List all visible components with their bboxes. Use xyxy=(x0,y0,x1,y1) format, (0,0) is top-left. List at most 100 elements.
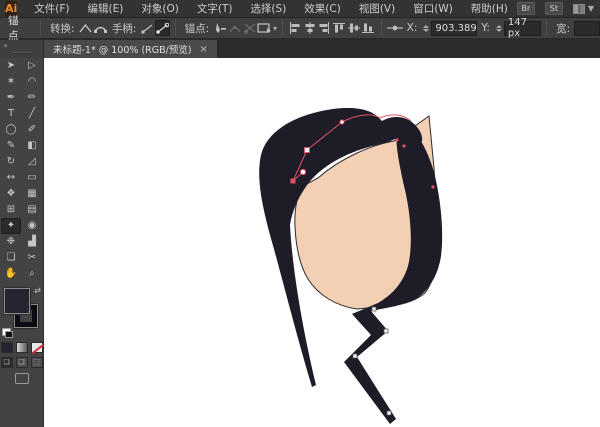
pen-tool[interactable]: ✒ xyxy=(1,90,21,106)
mesh-tool[interactable]: ⊞ xyxy=(1,202,21,218)
gradient-tool[interactable]: ▤ xyxy=(22,202,42,218)
align-left-icon[interactable] xyxy=(288,20,303,36)
pencil-tool[interactable]: ✎ xyxy=(1,138,21,154)
line-segment-tool[interactable]: ╱ xyxy=(22,106,42,122)
anchor-point[interactable] xyxy=(431,185,435,189)
align-bottom-icon[interactable] xyxy=(361,20,376,36)
chevron-down-icon[interactable]: ▾ xyxy=(273,24,277,33)
default-fill-stroke-icon[interactable] xyxy=(2,328,13,338)
free-transform-tool[interactable]: ▭ xyxy=(22,170,42,186)
convert-to-smooth-icon[interactable] xyxy=(93,20,108,36)
bridge-icon[interactable]: Br xyxy=(516,2,535,15)
menu-object[interactable]: 对象(O) xyxy=(132,0,187,18)
screen-mode-button[interactable] xyxy=(14,373,29,384)
anchors-label: 锚点: xyxy=(184,22,210,35)
close-icon[interactable]: × xyxy=(200,44,208,55)
workspace-switcher[interactable]: ▼ xyxy=(572,3,594,14)
isolate-object-icon[interactable] xyxy=(257,20,273,36)
y-stepper[interactable] xyxy=(495,24,502,32)
control-bar: 锚点 转换: 手柄: 锚点: ▾ X: 903.389 Y: 147 px 宽: xyxy=(0,15,600,42)
anchor-point-selected[interactable] xyxy=(290,178,296,184)
anchor-point[interactable] xyxy=(304,147,310,153)
show-handles-icon[interactable] xyxy=(154,20,170,36)
symbol-sprayer-tool[interactable]: ❉ xyxy=(1,234,21,250)
anchor-point[interactable] xyxy=(352,353,358,359)
rotate-tool[interactable]: ↻ xyxy=(1,154,21,170)
lasso-tool[interactable]: ◠ xyxy=(22,74,42,90)
artboard-tool[interactable]: ❏ xyxy=(1,250,21,266)
x-label: X: xyxy=(406,22,418,34)
gradient-button[interactable] xyxy=(15,342,28,353)
anchor-point-tool[interactable]: ✏ xyxy=(22,90,42,106)
column-graph-tool[interactable]: ▟ xyxy=(22,234,42,250)
menu-select[interactable]: 选择(S) xyxy=(241,0,295,18)
fill-stroke-swatches: ⇄ xyxy=(0,286,44,338)
align-right-icon[interactable] xyxy=(317,20,332,36)
shape-builder-tool[interactable]: ❖ xyxy=(1,186,21,202)
anchor-point[interactable] xyxy=(402,144,406,148)
draw-inside-button[interactable]: ⬚ xyxy=(30,357,43,368)
separator xyxy=(40,20,42,36)
direct-selection-tool[interactable]: ▷ xyxy=(22,58,42,74)
align-top-icon[interactable] xyxy=(332,20,347,36)
color-mode-buttons xyxy=(0,342,43,353)
menu-effect[interactable]: 效果(C) xyxy=(295,0,350,18)
color-button[interactable] xyxy=(0,342,13,353)
remove-anchor-icon[interactable] xyxy=(213,20,228,36)
width-tool[interactable]: ↔ xyxy=(1,170,21,186)
none-button[interactable] xyxy=(30,342,43,353)
document-tab[interactable]: 未标题-1* @ 100% (RGB/预览) × xyxy=(44,40,218,58)
panel-grip[interactable] xyxy=(12,52,32,54)
fill-swatch[interactable] xyxy=(4,288,30,314)
panel-collapse-icon[interactable]: » xyxy=(3,41,8,50)
tools-panel: ➤ ▷ ✶ ◠ ✒ ✏ T ╱ ◯ ✐ ✎ ◧ ↻ ◿ ↔ ▭ ❖ ▦ ⊞ ▤ ✦ ◉ ❉ ▟ ❏ ✂ ✋… xyxy=(0,58,44,427)
y-input[interactable]: 147 px xyxy=(503,17,542,39)
stock-icon[interactable]: St xyxy=(544,2,563,15)
zoom-tool[interactable]: ⌕ xyxy=(22,266,42,282)
x-input[interactable]: 903.389 xyxy=(431,20,478,36)
swap-fill-stroke-icon[interactable]: ⇄ xyxy=(34,286,41,295)
convert-label: 转换: xyxy=(50,22,75,35)
cut-path-icon[interactable] xyxy=(242,20,257,36)
draw-behind-button[interactable]: ❏ xyxy=(15,357,28,368)
anchor-point[interactable] xyxy=(383,328,389,334)
scale-tool[interactable]: ◿ xyxy=(22,154,42,170)
menu-type[interactable]: 文字(T) xyxy=(188,0,242,18)
workspace-grid-icon xyxy=(572,3,585,14)
magic-wand-tool[interactable]: ✶ xyxy=(1,74,21,90)
direction-handle[interactable] xyxy=(299,168,307,176)
slice-tool[interactable]: ✂ xyxy=(22,250,42,266)
anchor-point[interactable] xyxy=(339,119,345,125)
menu-help[interactable]: 帮助(H) xyxy=(462,0,517,18)
width-input[interactable] xyxy=(574,20,600,36)
artwork xyxy=(259,107,443,424)
convert-to-corner-icon[interactable] xyxy=(79,20,94,36)
eraser-tool[interactable]: ◧ xyxy=(22,138,42,154)
paintbrush-tool[interactable]: ✐ xyxy=(22,122,42,138)
selection-tool[interactable]: ➤ xyxy=(1,58,21,74)
drawing-mode-buttons: ❏ ❏ ⬚ xyxy=(0,357,43,368)
menu-edit[interactable]: 编辑(E) xyxy=(79,0,133,18)
draw-normal-button[interactable]: ❏ xyxy=(0,357,13,368)
align-middle-vertical-icon[interactable] xyxy=(346,20,361,36)
hand-tool[interactable]: ✋ xyxy=(1,266,21,282)
anchor-point[interactable] xyxy=(371,306,377,312)
type-tool[interactable]: T xyxy=(1,106,21,122)
align-center-horizontal-icon[interactable] xyxy=(303,20,318,36)
handles-label: 手柄: xyxy=(111,22,137,35)
artboard-canvas[interactable] xyxy=(44,58,600,427)
transform-reference-icon[interactable] xyxy=(386,20,403,36)
connect-anchors-icon[interactable] xyxy=(228,20,243,36)
hide-handles-icon[interactable] xyxy=(140,20,155,36)
menu-window[interactable]: 窗口(W) xyxy=(404,0,462,18)
eyedropper-tool[interactable]: ✦ xyxy=(1,218,21,234)
y-label: Y: xyxy=(481,22,490,34)
ellipse-tool[interactable]: ◯ xyxy=(1,122,21,138)
anchor-point[interactable] xyxy=(395,138,399,142)
menu-view[interactable]: 视图(V) xyxy=(350,0,404,18)
control-bar-title: 锚点 xyxy=(8,15,19,42)
perspective-grid-tool[interactable]: ▦ xyxy=(22,186,42,202)
blend-tool[interactable]: ◉ xyxy=(22,218,42,234)
x-stepper[interactable] xyxy=(423,24,430,32)
anchor-point[interactable] xyxy=(386,410,392,416)
